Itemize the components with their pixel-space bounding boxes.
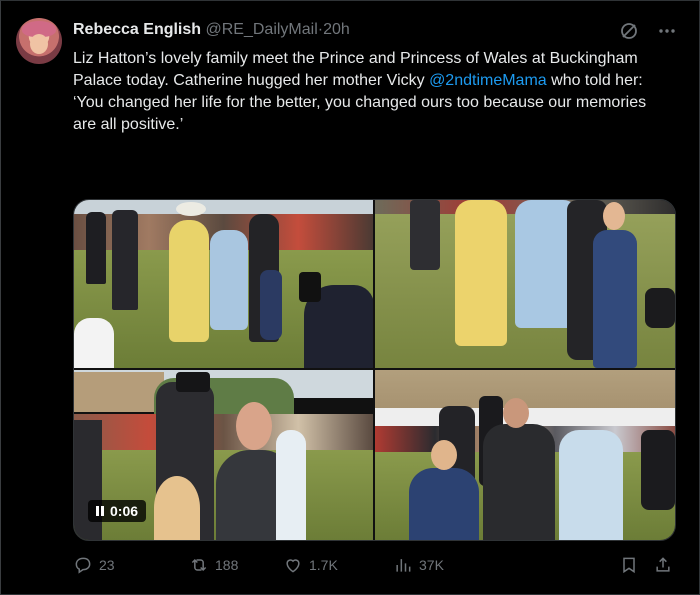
reply-count: 23 [99,557,115,573]
tweet-text: Liz Hatton’s lovely family meet the Prin… [73,48,673,136]
views-button[interactable]: 37K [393,555,473,575]
view-count: 37K [419,557,444,573]
pause-icon[interactable] [96,506,99,516]
tweet-header: Rebecca English @RE_DailyMail·20h [73,20,350,40]
post-time[interactable]: 20h [323,21,350,38]
bookmark-button[interactable] [619,555,639,575]
author-handle[interactable]: @RE_DailyMail [206,21,318,38]
avatar-face [30,34,48,54]
like-button[interactable]: 1.7K [283,555,363,575]
media-video[interactable]: 0:06 [74,370,373,540]
repost-button[interactable]: 188 [189,555,273,575]
tweet-card[interactable]: Rebecca English @RE_DailyMail·20h Liz Ha… [0,0,700,595]
views-icon [396,559,411,572]
video-time: 0:06 [110,503,139,519]
repost-icon [191,558,207,572]
media-photo-4[interactable] [375,370,675,540]
media-photo-1[interactable] [74,200,373,368]
reply-button[interactable]: 23 [73,555,147,575]
bookmark-icon [623,557,635,574]
repost-count: 188 [215,557,239,573]
avatar[interactable] [16,18,62,64]
media-photo-2[interactable] [375,200,675,368]
action-bar: 23 188 1.7K 37K [73,555,673,575]
share-icon [656,557,670,572]
media-grid[interactable]: 0:06 [73,199,676,541]
top-right-actions [619,21,677,41]
like-icon [286,559,300,573]
video-time-badge[interactable]: 0:06 [88,500,147,522]
reply-icon [75,557,91,574]
more-icon[interactable] [657,21,677,41]
author-name[interactable]: Rebecca English [73,21,201,38]
like-count: 1.7K [309,557,338,573]
mention-link[interactable]: @2ndtimeMama [429,72,547,89]
grok-icon[interactable] [619,21,639,41]
share-button[interactable] [653,555,673,575]
